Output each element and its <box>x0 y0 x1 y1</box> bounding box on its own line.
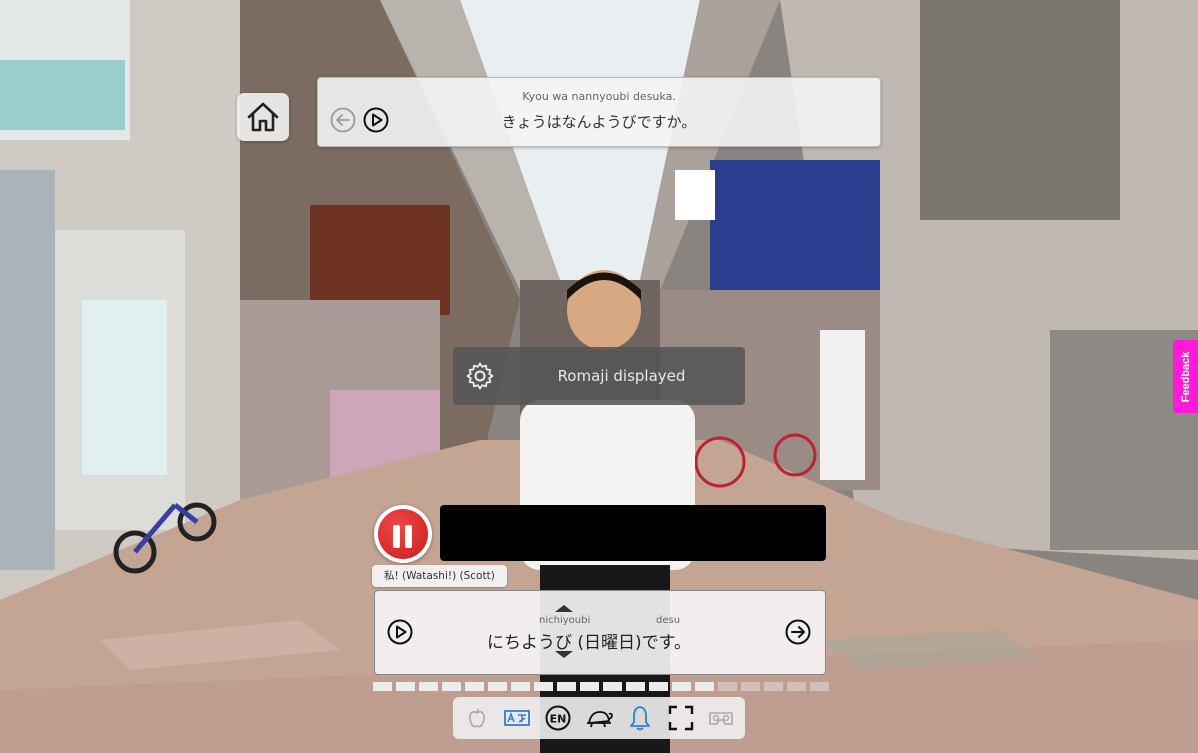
answer-romaji-word-1: nichiyoubi <box>539 615 591 626</box>
romaji-setting-toast[interactable]: Romaji displayed <box>453 347 745 405</box>
gear-icon[interactable] <box>465 361 495 391</box>
translate-icon[interactable] <box>503 704 531 732</box>
progress-segment <box>488 682 507 691</box>
apple-icon[interactable] <box>463 704 491 732</box>
turtle-slow-icon[interactable] <box>585 704 613 732</box>
progress-segment <box>695 682 714 691</box>
romaji-status-text: Romaji displayed <box>557 367 686 385</box>
home-icon <box>247 102 279 132</box>
progress-segment <box>764 682 783 691</box>
play-circle-icon <box>387 619 413 645</box>
vr-headset-icon[interactable] <box>707 704 735 732</box>
progress-segment <box>672 682 691 691</box>
next-option-arrow[interactable] <box>555 651 573 658</box>
progress-segment <box>787 682 806 691</box>
previous-option-arrow[interactable] <box>555 605 573 612</box>
progress-segment <box>741 682 760 691</box>
feedback-label: Feedback <box>1179 351 1192 402</box>
progress-segment <box>419 682 438 691</box>
progress-segment <box>580 682 599 691</box>
pause-icon <box>378 509 428 559</box>
feedback-tab[interactable]: Feedback <box>1173 340 1198 413</box>
lesson-progress-bar <box>373 682 829 691</box>
arrow-right-circle-icon <box>785 619 811 645</box>
answer-japanese: にちようび (日曜日)です。 <box>487 633 691 653</box>
progress-segment <box>465 682 484 691</box>
progress-segment <box>373 682 392 691</box>
subtitle-area <box>440 505 826 561</box>
progress-segment <box>557 682 576 691</box>
home-button[interactable] <box>237 93 289 141</box>
question-romaji: Kyou wa nannyoubi desuka. <box>522 90 676 103</box>
progress-segment <box>603 682 622 691</box>
next-button[interactable] <box>785 619 811 649</box>
answer-romaji-word-2: desu <box>656 615 681 626</box>
pause-button[interactable] <box>374 505 432 563</box>
bell-icon[interactable] <box>626 704 654 732</box>
progress-segment <box>534 682 553 691</box>
progress-segment <box>626 682 645 691</box>
progress-segment <box>396 682 415 691</box>
progress-segment <box>810 682 829 691</box>
progress-segment <box>511 682 530 691</box>
progress-segment <box>649 682 668 691</box>
question-panel: Kyou wa nannyoubi desuka. きょうはなんようびですか。 <box>317 77 881 147</box>
question-japanese: きょうはなんようびですか。 <box>501 113 697 131</box>
answer-panel: nichiyoubi desu にちようび (日曜日)です。 <box>374 590 826 675</box>
progress-segment <box>442 682 461 691</box>
play-answer-button[interactable] <box>387 619 413 649</box>
fullscreen-icon[interactable] <box>667 704 695 732</box>
en-language-icon[interactable]: EN <box>544 704 572 732</box>
bottom-toolbar: EN <box>453 697 745 739</box>
speaker-label: 私! (Watashi!) (Scott) <box>372 565 507 587</box>
progress-segment <box>718 682 737 691</box>
svg-text:EN: EN <box>550 713 567 726</box>
